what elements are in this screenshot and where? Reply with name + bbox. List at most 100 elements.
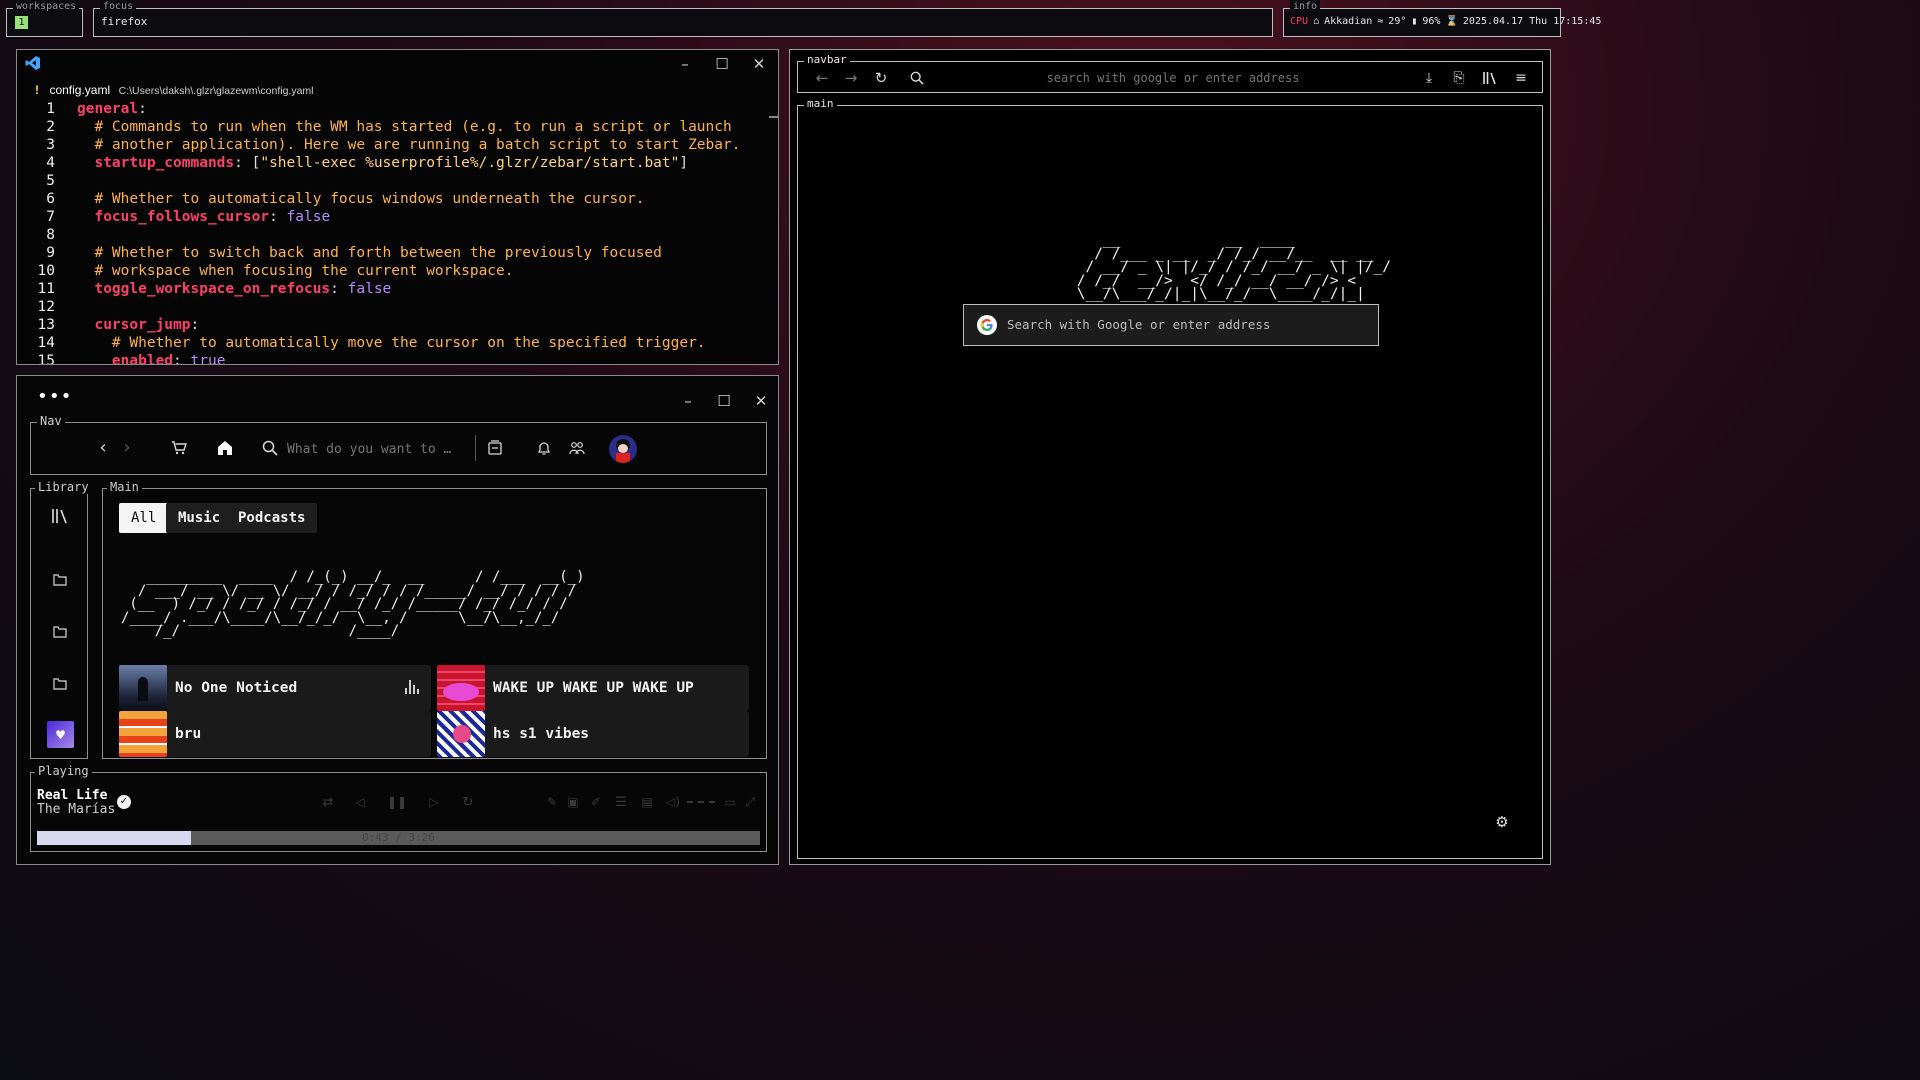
- chip-podcasts[interactable]: Podcasts: [226, 503, 318, 533]
- forward-arrow-icon[interactable]: →: [841, 68, 861, 88]
- scrollbar-indicator[interactable]: [769, 116, 778, 118]
- vscode-window: – ☐ ✕ ! config.yaml C:\Users\daksh\.glzr…: [16, 49, 779, 365]
- shortcut-card[interactable]: hs s1 vibes: [437, 711, 749, 757]
- bell-icon[interactable]: [533, 437, 555, 459]
- mini-player-icon[interactable]: ▭: [721, 793, 739, 811]
- main-section: Main All Music Podcasts _________ ____ /…: [102, 480, 767, 759]
- previous-icon[interactable]: ◁: [351, 793, 369, 811]
- line-number: 11: [37, 281, 55, 297]
- minimize-button[interactable]: –: [668, 387, 708, 415]
- volume-slider[interactable]: [687, 801, 715, 803]
- code-token: :: [269, 209, 287, 225]
- track-artist[interactable]: The Marías: [37, 802, 115, 817]
- gear-icon[interactable]: ⚙: [1492, 812, 1512, 832]
- menu-icon[interactable]: ≡: [1511, 68, 1531, 88]
- back-arrow-icon[interactable]: ←: [812, 68, 832, 88]
- chip-all[interactable]: All: [119, 503, 169, 533]
- weather-value: 29°: [1388, 16, 1407, 27]
- code-line: 14 # Whether to automatically move the c…: [17, 334, 757, 352]
- code-line: 1 general:: [17, 100, 757, 118]
- repeat-icon[interactable]: ↻: [459, 793, 477, 811]
- keyboard-icon: ⌂: [1313, 16, 1320, 27]
- google-search-box[interactable]: Search with Google or enter address: [963, 304, 1379, 346]
- shortcut-card[interactable]: WAKE UP WAKE UP WAKE UP: [437, 665, 749, 711]
- code-token: :: [330, 281, 348, 297]
- shortcut-card[interactable]: No One Noticed: [119, 665, 431, 711]
- line-number: 1: [46, 101, 55, 117]
- home-icon[interactable]: [214, 437, 236, 459]
- spotify-tui-ascii-logo: _________ ____ / /_(_) __/_ __ / /___ __…: [121, 569, 585, 639]
- main-legend: main: [804, 97, 837, 111]
- progress-bar[interactable]: 0:43 / 3:26: [37, 831, 760, 845]
- search-input[interactable]: [287, 437, 467, 461]
- workspace-button-1[interactable]: 1: [15, 16, 28, 29]
- code-token: general: [77, 101, 139, 117]
- shuffle-icon[interactable]: ⇄: [319, 793, 337, 811]
- clock-icon: ⌛: [1445, 16, 1458, 27]
- more-menu-icon[interactable]: •••: [37, 388, 73, 406]
- line-number: 4: [46, 155, 55, 171]
- shortcut-title: hs s1 vibes: [493, 726, 590, 742]
- folder-icon[interactable]: [49, 621, 71, 643]
- code-token: cursor_jump: [77, 317, 191, 333]
- chip-music[interactable]: Music: [166, 503, 233, 533]
- code-line: 8: [17, 226, 757, 244]
- firefox-window: navbar ← → ↻ ⤓ ⎘ ≡ main __ __ ____ / /__…: [789, 49, 1551, 865]
- friends-activity-icon[interactable]: [566, 437, 588, 459]
- vscode-logo-icon: [25, 55, 41, 71]
- back-icon[interactable]: ‹: [93, 437, 113, 458]
- line-number: 7: [46, 209, 55, 225]
- reload-icon[interactable]: ↻: [871, 68, 891, 88]
- library-icon[interactable]: [49, 505, 71, 527]
- cart-icon[interactable]: [168, 437, 190, 459]
- downloads-icon[interactable]: ⤓: [1419, 68, 1439, 88]
- close-button[interactable]: ✕: [739, 50, 779, 78]
- extensions-icon[interactable]: ⎘: [1449, 68, 1469, 88]
- close-button[interactable]: ✕: [741, 387, 781, 415]
- url-bar[interactable]: [938, 67, 1408, 89]
- pause-icon[interactable]: ❚❚: [387, 793, 407, 811]
- next-icon[interactable]: ▷: [425, 793, 443, 811]
- folder-icon[interactable]: [49, 569, 71, 591]
- battery-icon: ▮: [1411, 16, 1418, 27]
- workspaces-panel: workspaces 1: [6, 0, 83, 37]
- browse-icon[interactable]: [484, 437, 506, 459]
- line-number: 14: [37, 335, 55, 351]
- library-icon[interactable]: [1480, 68, 1500, 88]
- connect-device-icon[interactable]: ▤: [638, 793, 656, 811]
- line-number: 9: [46, 245, 55, 261]
- queue-icon[interactable]: ☰: [612, 793, 630, 811]
- info-panel: info CPU ⌂ Akkadian ≈ 29° ▮ 96% ⌛ 2025.0…: [1283, 0, 1601, 37]
- focus-panel: focus firefox: [93, 0, 1273, 37]
- volume-icon[interactable]: ◁): [664, 793, 682, 811]
- search-divider: [475, 435, 476, 461]
- cover-art: [437, 711, 485, 757]
- navbar-section: navbar ← → ↻ ⤓ ⎘ ≡: [797, 53, 1543, 93]
- code-token: false: [347, 281, 392, 297]
- tab-filepath: C:\Users\daksh\.glzr\glazewm\config.yaml: [118, 85, 314, 97]
- avatar[interactable]: [609, 435, 637, 463]
- maximize-button[interactable]: ☐: [704, 387, 744, 415]
- shortcut-title: WAKE UP WAKE UP WAKE UP: [493, 680, 694, 696]
- code-editor[interactable]: 1 general: 2 # Commands to run when the WM…: [17, 100, 767, 364]
- line-number: 5: [46, 173, 55, 189]
- fullscreen-icon[interactable]: ⤢: [741, 793, 759, 811]
- workspace-label: 1: [18, 17, 25, 28]
- editor-tab[interactable]: ! config.yaml C:\Users\daksh\.glzr\glaze…: [35, 81, 314, 99]
- lyrics-icon[interactable]: ✐: [587, 793, 605, 811]
- nav-section: Nav ‹ ›: [30, 414, 767, 475]
- liked-songs-button[interactable]: ♥: [47, 721, 74, 748]
- forward-icon[interactable]: ›: [117, 437, 137, 458]
- folder-icon[interactable]: [49, 673, 71, 695]
- minimize-button[interactable]: –: [665, 50, 705, 78]
- cover-art: [437, 665, 485, 711]
- maximize-button[interactable]: ☐: [702, 50, 742, 78]
- saved-check-icon[interactable]: ✓: [117, 795, 131, 809]
- google-icon: [977, 315, 997, 335]
- track-title[interactable]: Real Life: [37, 788, 107, 803]
- shortcut-card[interactable]: bru: [119, 711, 431, 757]
- line-number: 13: [37, 317, 55, 333]
- now-playing-view-icon[interactable]: ▣: [564, 793, 582, 811]
- mic-icon[interactable]: ✎: [543, 793, 561, 811]
- code-token: focus_follows_cursor: [77, 209, 270, 225]
